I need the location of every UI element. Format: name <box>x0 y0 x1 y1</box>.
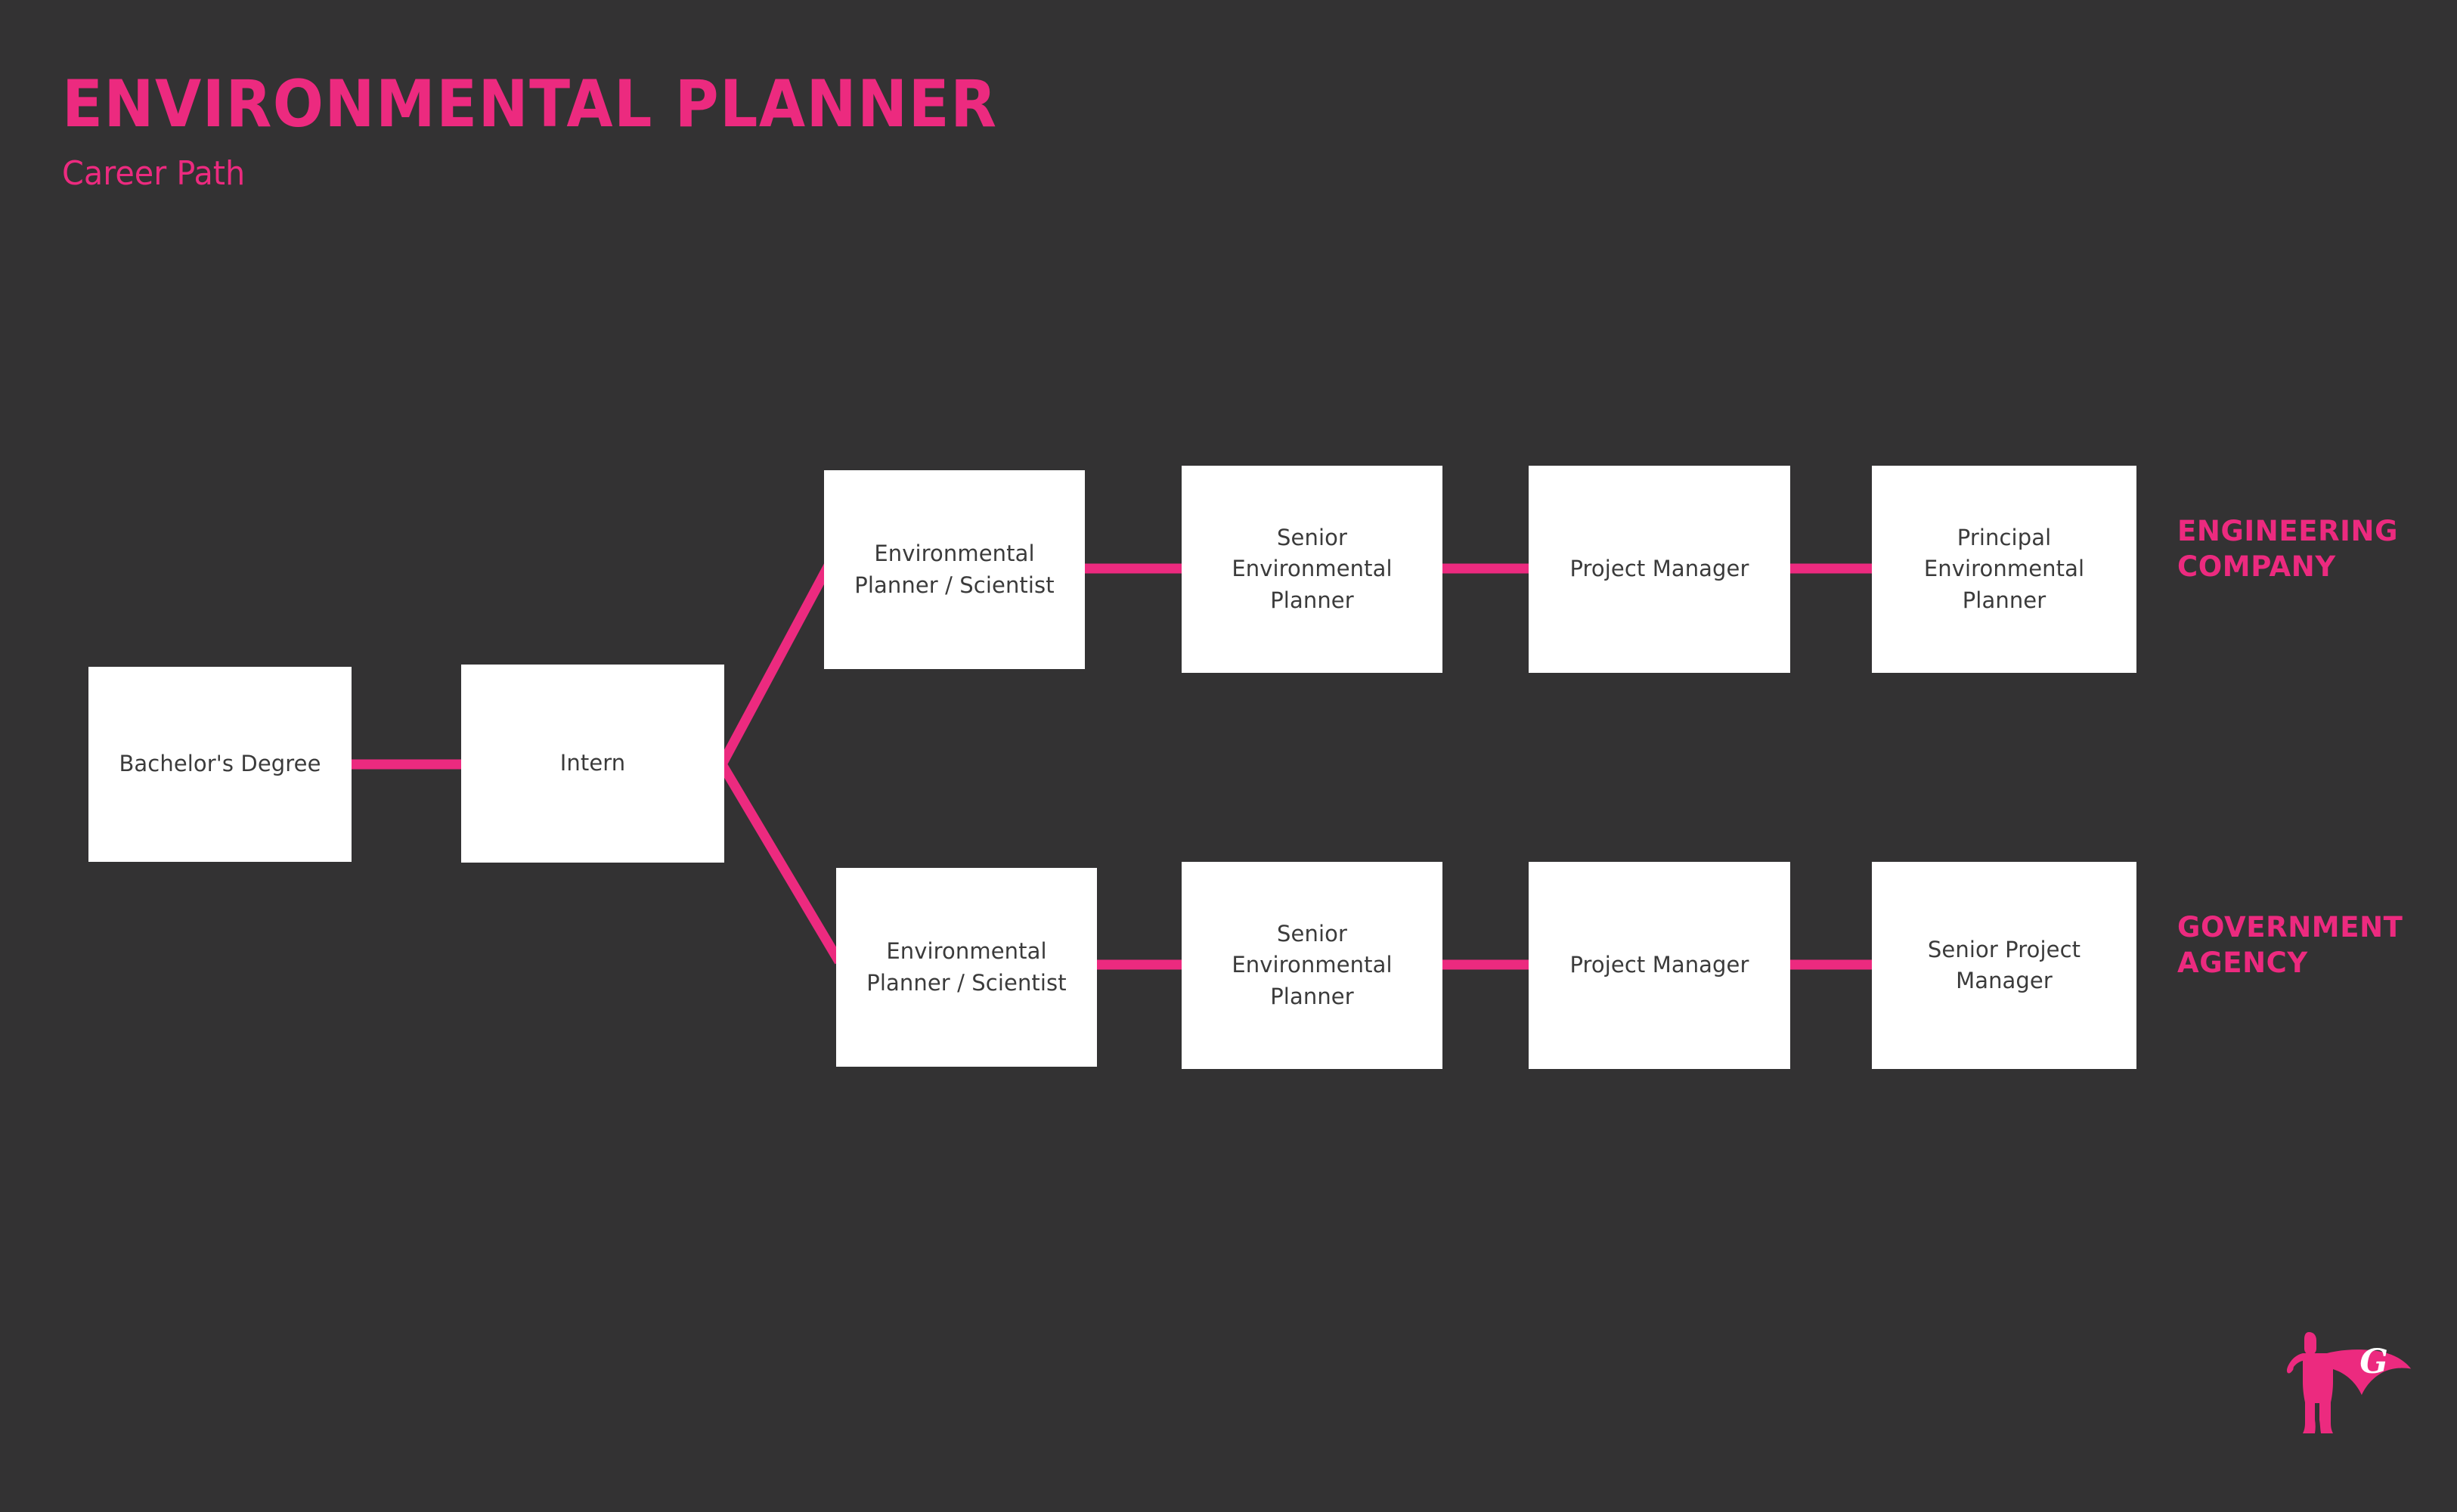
node-intern[interactable]: Intern <box>461 665 724 863</box>
node-eng-project-manager[interactable]: Project Manager <box>1529 466 1790 673</box>
edge-intern-to-government <box>717 761 844 965</box>
page-title: ENVIRONMENTAL PLANNER <box>62 67 998 142</box>
node-bachelors-degree[interactable]: Bachelor's Degree <box>88 667 352 862</box>
node-gov-environmental-planner-scientist[interactable]: Environmental Planner / Scientist <box>836 868 1097 1067</box>
node-label: Environmental Planner / Scientist <box>866 938 1067 996</box>
node-eng-environmental-planner-scientist[interactable]: Environmental Planner / Scientist <box>824 470 1085 669</box>
track-label-government-agency: GOVERNMENT AGENCY <box>2177 911 2403 980</box>
node-label: Intern <box>559 750 626 776</box>
node-eng-senior-environmental-planner[interactable]: Senior Environmental Planner <box>1182 466 1442 673</box>
node-label: Senior Environmental Planner <box>1232 921 1393 1009</box>
node-gov-senior-project-manager[interactable]: Senior Project Manager <box>1872 862 2136 1069</box>
node-gov-project-manager[interactable]: Project Manager <box>1529 862 1790 1069</box>
connector-lines <box>349 562 1872 970</box>
edge-intern-to-engineering <box>717 562 833 767</box>
node-label: Senior Environmental Planner <box>1232 525 1393 613</box>
node-label: Project Manager <box>1569 556 1749 582</box>
node-label: Senior Project Manager <box>1927 936 2081 993</box>
header: ENVIRONMENTAL PLANNER Career Path <box>62 67 1272 194</box>
node-gov-senior-environmental-planner[interactable]: Senior Environmental Planner <box>1182 862 1442 1069</box>
node-label: Project Manager <box>1569 952 1749 978</box>
track-label-engineering-company: ENGINEERING COMPANY <box>2177 515 2399 584</box>
logo-letter: G <box>2359 1343 2388 1381</box>
node-label: Principal Environmental Planner <box>1923 525 2085 613</box>
hero-figure <box>2286 1332 2350 1433</box>
page-subtitle: Career Path <box>62 154 246 194</box>
node-label: Bachelor's Degree <box>119 751 321 777</box>
superhero-g-logo: G <box>2286 1332 2412 1433</box>
node-label: Environmental Planner / Scientist <box>854 541 1055 598</box>
slide-canvas: ENVIRONMENTAL PLANNER Career Path Bachel… <box>0 0 2457 1512</box>
node-eng-principal-environmental-planner[interactable]: Principal Environmental Planner <box>1872 466 2136 673</box>
